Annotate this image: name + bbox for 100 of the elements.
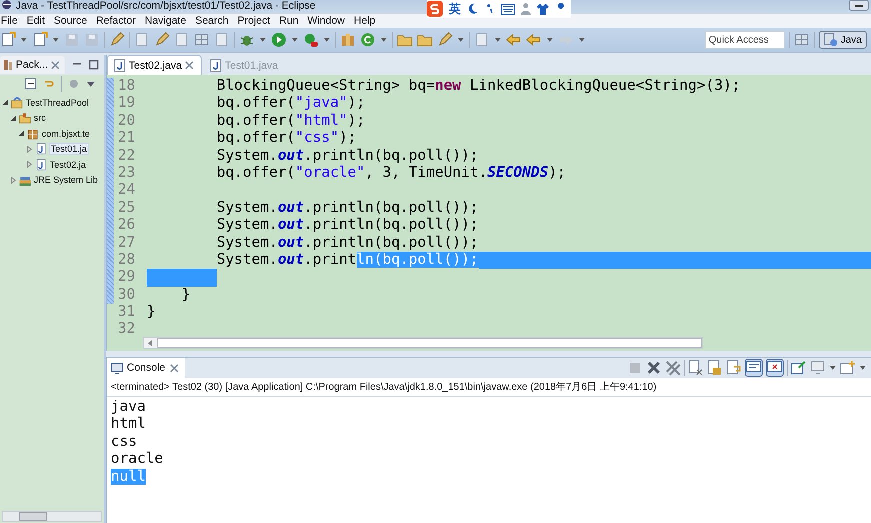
code-line: System.out.println(bq.poll()); xyxy=(216,252,479,270)
menu-item[interactable]: File xyxy=(1,15,18,27)
collapsed-arrow-icon[interactable] xyxy=(26,161,33,168)
tree-item[interactable]: TestThreadPool xyxy=(25,98,90,108)
grid-icon[interactable] xyxy=(794,32,810,48)
menu-item[interactable]: Help xyxy=(354,15,376,27)
view-tab-label[interactable]: Pack... xyxy=(16,59,48,71)
focus-icon[interactable] xyxy=(68,78,80,90)
java-file-icon xyxy=(114,58,126,72)
line-number: 23 xyxy=(118,164,136,182)
eclipse-icon xyxy=(2,0,12,10)
word-wrap-icon[interactable] xyxy=(726,360,742,376)
tree-item[interactable]: JRE System Lib xyxy=(33,175,100,186)
tab-label[interactable]: Test02.java xyxy=(129,60,182,72)
view-tab-label[interactable]: Console xyxy=(127,362,166,374)
menu-item[interactable]: Project xyxy=(238,15,270,27)
tree-item[interactable]: Test01.ja xyxy=(49,143,90,156)
clear-console-icon[interactable] xyxy=(688,360,704,376)
run-icon[interactable] xyxy=(271,32,287,48)
new-console-icon[interactable] xyxy=(840,360,856,376)
console-output-line: oracle xyxy=(111,451,164,468)
class-icon[interactable] xyxy=(360,32,376,48)
scroll-left-icon[interactable] xyxy=(147,340,153,346)
language-toggle[interactable]: 英 xyxy=(449,0,461,18)
minimize-icon[interactable] xyxy=(849,0,869,11)
collapsed-arrow-icon[interactable] xyxy=(26,146,33,153)
remove-all-icon[interactable] xyxy=(665,360,681,376)
person-icon[interactable] xyxy=(521,3,531,15)
package-icon[interactable] xyxy=(340,32,356,48)
menu-item[interactable]: Refactor xyxy=(96,15,136,27)
menu-item[interactable]: Source xyxy=(54,15,88,27)
quick-access-field[interactable]: Quick Access xyxy=(704,31,785,49)
expanded-arrow-icon[interactable] xyxy=(10,114,17,122)
back-icon[interactable] xyxy=(526,32,542,48)
pin-icon[interactable] xyxy=(791,360,807,376)
tree-item[interactable]: Test02.ja xyxy=(49,160,88,170)
grid-icon[interactable] xyxy=(194,32,210,48)
tree-item[interactable]: com.bjsxt.te xyxy=(41,128,92,139)
annotation-icon[interactable] xyxy=(174,32,190,48)
menu-item[interactable]: Navigate xyxy=(144,15,186,27)
line-number: 30 xyxy=(118,286,136,304)
close-icon[interactable] xyxy=(170,364,179,372)
pencil-icon[interactable] xyxy=(437,32,453,48)
maximize-icon[interactable] xyxy=(89,60,100,70)
keyboard-icon[interactable] xyxy=(501,4,515,14)
code-line: } xyxy=(180,286,191,304)
back-icon[interactable] xyxy=(506,32,522,48)
library-icon xyxy=(19,174,31,186)
view-menu-icon[interactable] xyxy=(86,80,96,88)
new-file-icon[interactable] xyxy=(0,32,16,48)
pencil-icon[interactable] xyxy=(154,32,170,48)
close-icon[interactable] xyxy=(185,61,194,70)
scroll-lock-icon[interactable] xyxy=(707,360,723,376)
line-number: 25 xyxy=(118,200,136,218)
annotation-icon[interactable] xyxy=(474,32,490,48)
tree-item[interactable]: src xyxy=(33,113,47,124)
close-icon[interactable] xyxy=(51,60,60,70)
view-tab[interactable]: Pack... xyxy=(0,56,66,74)
shirt-icon[interactable] xyxy=(537,3,549,15)
pencil-icon[interactable] xyxy=(109,32,125,48)
code-line: bq.offer("oracle", 3, TimeUnit.SECONDS); xyxy=(216,164,566,182)
menu-item[interactable]: Search xyxy=(195,15,229,27)
code-line: System.out.println(bq.poll()); xyxy=(216,148,479,165)
menu-item[interactable]: Run xyxy=(279,15,299,27)
console-output-line: css xyxy=(111,434,138,450)
new-file-icon[interactable] xyxy=(32,32,48,48)
horizontal-scrollbar[interactable] xyxy=(143,337,703,349)
line-number: 27 xyxy=(118,234,136,252)
editor-tab[interactable]: Test02.java xyxy=(107,55,202,75)
moon-icon[interactable] xyxy=(467,3,479,15)
run-stop-icon[interactable] xyxy=(303,32,319,48)
process-info: <terminated> Test02 (30) [Java Application] C:\Program Files\Java\jdk1.8.0_151\bin\javaw.exe (2018年7月6日 上午9:41:10) xyxy=(107,378,871,397)
s-logo-icon[interactable] xyxy=(427,1,443,17)
collapse-all-icon[interactable] xyxy=(25,78,37,90)
collapsed-arrow-icon[interactable] xyxy=(10,176,17,184)
view-tab[interactable]: Console xyxy=(107,358,185,378)
package-explorer-icon xyxy=(3,59,13,71)
annotation-icon[interactable] xyxy=(134,32,150,48)
expanded-arrow-icon[interactable] xyxy=(18,130,25,138)
code-line: bq.offer("html"); xyxy=(216,112,366,130)
menu-item[interactable]: Edit xyxy=(26,15,46,27)
punctuation-icon[interactable] xyxy=(485,3,495,15)
monitor-icon xyxy=(111,362,123,374)
show-output-icon[interactable] xyxy=(745,359,763,377)
perspective-button[interactable]: Java xyxy=(818,31,867,49)
line-number: 24 xyxy=(118,182,136,200)
line-number: 19 xyxy=(118,95,136,113)
code-line: System.out.println(bq.poll()); xyxy=(216,234,479,252)
java-file-icon xyxy=(35,158,47,171)
show-error-icon[interactable] xyxy=(766,359,784,377)
code-line: BlockingQueue<String> bq=new LinkedBlockingQueue<String>(3); xyxy=(216,78,741,96)
line-number: 26 xyxy=(118,217,136,235)
menu-item[interactable]: Window xyxy=(308,15,346,27)
display-icon[interactable] xyxy=(810,360,826,376)
expanded-arrow-icon[interactable] xyxy=(2,99,9,106)
link-icon[interactable] xyxy=(43,78,55,90)
annotation-icon[interactable] xyxy=(214,32,230,48)
remove-icon[interactable] xyxy=(646,360,662,376)
window-title: Java - TestThreadPool/src/com/bjsxt/test01/Test02.java - Eclipse xyxy=(16,0,316,13)
horizontal-scrollbar[interactable] xyxy=(2,511,102,522)
